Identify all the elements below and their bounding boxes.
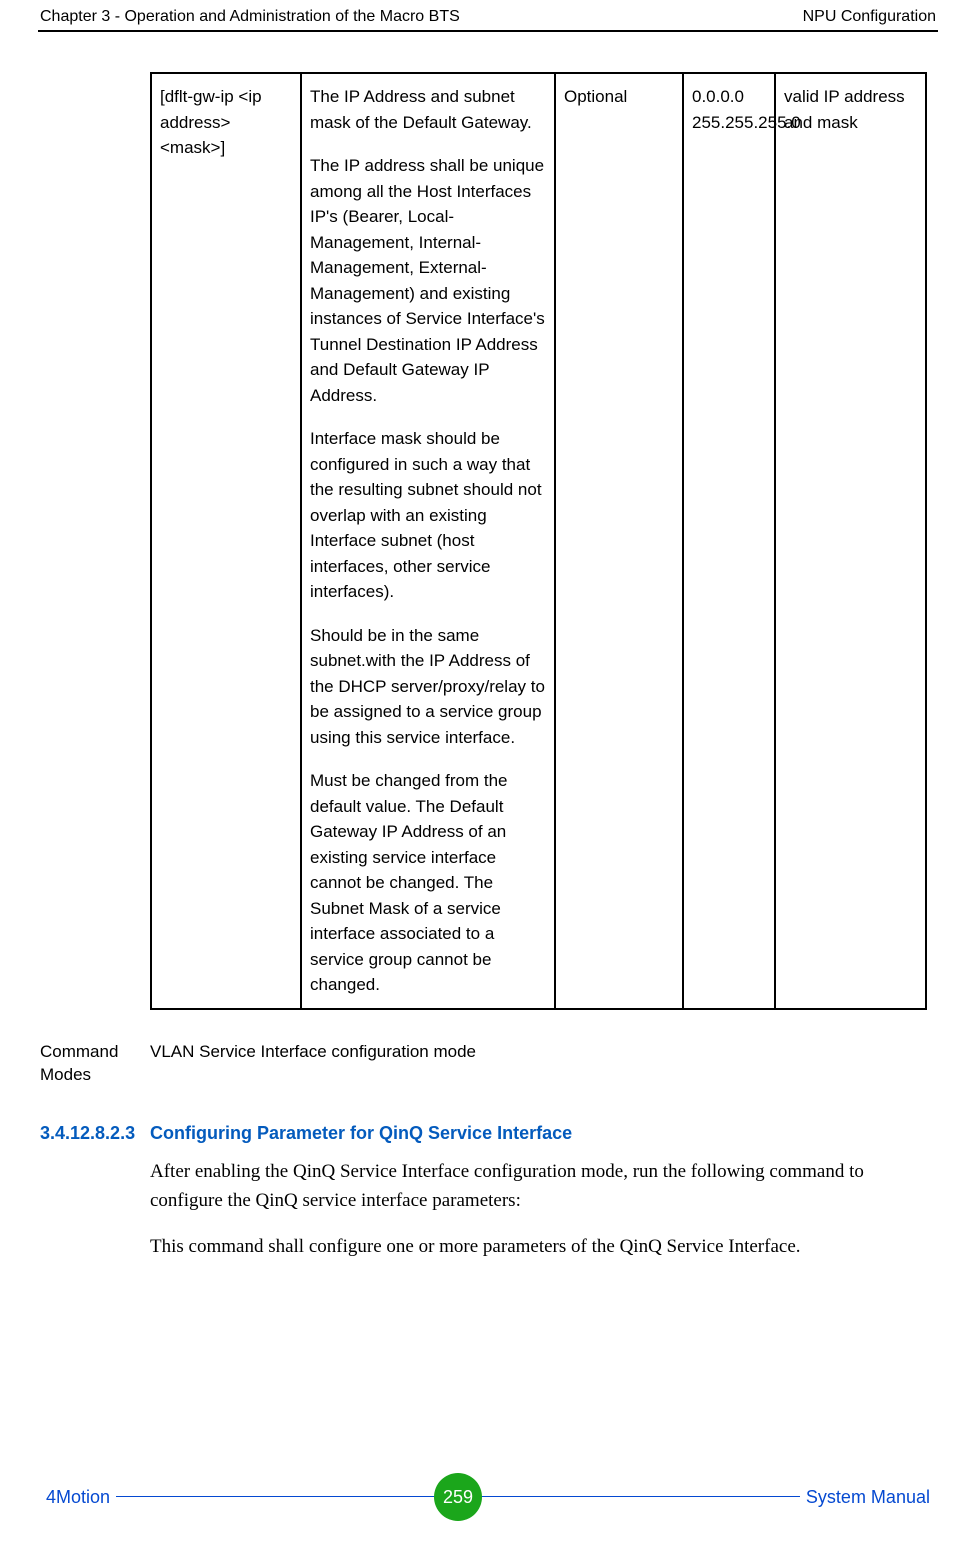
param-valid-values: valid IP address and mask — [784, 84, 917, 135]
header-rule — [38, 30, 938, 32]
param-presence-cell: Optional — [555, 73, 683, 1009]
desc-paragraph: The IP Address and subnet mask of the De… — [310, 84, 546, 135]
param-description-cell: The IP Address and subnet mask of the De… — [301, 73, 555, 1009]
table-row: [dflt-gw-ip <ip address> <mask>] The IP … — [151, 73, 926, 1009]
body-paragraph: After enabling the QinQ Service Interfac… — [150, 1158, 936, 1215]
section-number: 3.4.12.8.2.3 — [40, 1123, 150, 1144]
page-footer: 4Motion 259 System Manual — [40, 1473, 936, 1521]
main-content: [dflt-gw-ip <ip address> <mask>] The IP … — [150, 72, 936, 1262]
page: Chapter 3 - Operation and Administration… — [0, 0, 976, 1545]
section-heading-row: 3.4.12.8.2.3 Configuring Parameter for Q… — [40, 1123, 936, 1144]
header-right: NPU Configuration — [803, 8, 936, 26]
running-header: Chapter 3 - Operation and Administration… — [40, 0, 936, 30]
param-default: 0.0.0.0 255.255.255.0 — [692, 84, 766, 135]
param-syntax-cell: [dflt-gw-ip <ip address> <mask>] — [151, 73, 301, 1009]
section-title: Configuring Parameter for QinQ Service I… — [150, 1123, 572, 1144]
command-modes-row: Command Modes VLAN Service Interface con… — [40, 1040, 936, 1088]
param-default-cell: 0.0.0.0 255.255.255.0 — [683, 73, 775, 1009]
parameter-table: [dflt-gw-ip <ip address> <mask>] The IP … — [150, 72, 927, 1010]
desc-paragraph: The IP address shall be unique among all… — [310, 153, 546, 408]
header-left: Chapter 3 - Operation and Administration… — [40, 8, 460, 26]
desc-paragraph: Interface mask should be configured in s… — [310, 426, 546, 605]
param-presence: Optional — [564, 84, 674, 110]
command-modes-value: VLAN Service Interface configuration mod… — [150, 1040, 476, 1088]
body-paragraph: This command shall configure one or more… — [150, 1233, 936, 1262]
page-number-badge: 259 — [434, 1473, 482, 1521]
desc-paragraph: Should be in the same subnet.with the IP… — [310, 623, 546, 751]
desc-paragraph: Must be changed from the default value. … — [310, 768, 546, 998]
param-syntax: [dflt-gw-ip <ip address> <mask>] — [160, 84, 292, 161]
command-modes-label: Command Modes — [40, 1040, 150, 1088]
footer-right: System Manual — [800, 1487, 936, 1508]
param-valid-cell: valid IP address and mask — [775, 73, 926, 1009]
section-body: After enabling the QinQ Service Interfac… — [150, 1158, 936, 1262]
